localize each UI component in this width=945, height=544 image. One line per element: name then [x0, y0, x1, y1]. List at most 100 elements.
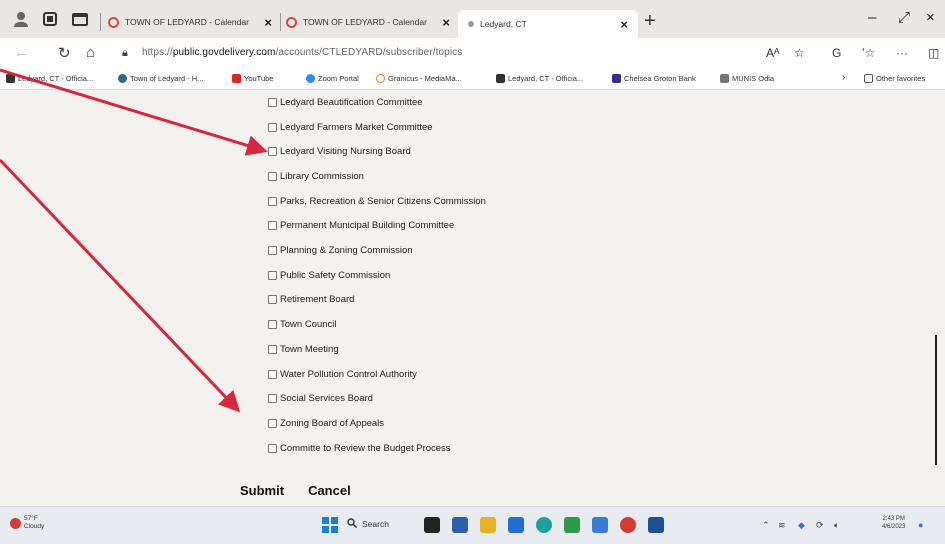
address-bar-row: ← ↻ ⌂ 🔒︎ https://public.govdelivery.com/…	[0, 38, 945, 70]
app-icon[interactable]	[452, 517, 468, 533]
bookmark-folder[interactable]: Other favorites	[864, 74, 925, 83]
bookmark-item[interactable]: Ledyard, CT - Officia...	[6, 74, 93, 83]
minimize-button[interactable]: –	[868, 9, 876, 26]
taskbar-search[interactable]: Search	[347, 518, 389, 530]
bookmark-item[interactable]: Town of Ledyard - H...	[118, 74, 203, 83]
lock-icon[interactable]: 🔒︎	[122, 47, 128, 60]
topic-item[interactable]: Public Safety Commission	[268, 267, 390, 283]
more-menu-icon[interactable]: ···	[896, 46, 908, 60]
edge-icon[interactable]	[536, 517, 552, 533]
chrome-icon[interactable]	[620, 517, 636, 533]
bookmark-item[interactable]: YouTube	[232, 74, 273, 83]
granicus-icon	[376, 74, 385, 83]
workspaces-icon[interactable]	[42, 11, 58, 27]
tab-ledyard-ct[interactable]: Ledyard, CT ×	[458, 10, 638, 38]
tray-chevron-icon[interactable]: ⌃	[762, 520, 770, 531]
tab-calendar-2[interactable]: TOWN OF LEDYARD - Calendar ×	[286, 8, 456, 36]
bookmark-label: Zoom Portal	[318, 74, 359, 83]
topic-checkbox[interactable]	[268, 319, 277, 329]
tray-app-icon[interactable]: ◆	[798, 520, 805, 531]
cancel-button[interactable]: Cancel	[308, 483, 351, 498]
submit-button[interactable]: Submit	[240, 483, 284, 498]
topic-checkbox[interactable]	[268, 369, 277, 379]
topic-checkbox[interactable]	[268, 393, 277, 403]
refresh-icon[interactable]: ↻	[58, 44, 71, 62]
home-icon[interactable]: ⌂	[86, 44, 95, 61]
topic-checkbox[interactable]	[268, 146, 277, 156]
topic-checkbox[interactable]	[268, 270, 277, 280]
close-tab-icon[interactable]: ×	[614, 17, 634, 32]
search-icon	[347, 518, 357, 530]
topic-item[interactable]: Zoning Board of Appeals	[268, 415, 384, 431]
bookmark-item[interactable]: Ledyard, CT - Officia...	[496, 74, 583, 83]
sidebar-icon[interactable]: ◫	[928, 46, 939, 60]
topic-item[interactable]: Committe to Review the Budget Process	[268, 440, 451, 456]
topic-item[interactable]: Ledyard Visiting Nursing Board	[268, 143, 411, 159]
app-icon[interactable]	[564, 517, 580, 533]
favorites-icon[interactable]: ʼ☆	[862, 46, 875, 60]
app-icon[interactable]	[508, 517, 524, 533]
outlook-icon[interactable]	[648, 517, 664, 533]
file-explorer-icon[interactable]	[480, 517, 496, 533]
windows-start-icon[interactable]	[322, 517, 338, 533]
close-tab-icon[interactable]: ×	[258, 15, 278, 30]
topic-checkbox[interactable]	[268, 245, 277, 255]
topic-item[interactable]: Parks, Recreation & Senior Citizens Comm…	[268, 193, 486, 209]
close-tab-icon[interactable]: ×	[436, 15, 456, 30]
bookmark-label: YouTube	[244, 74, 274, 83]
topic-checkbox[interactable]	[268, 196, 277, 206]
topic-item[interactable]: Ledyard Farmers Market Committee	[268, 119, 433, 135]
address-input[interactable]: https://public.govdelivery.com/accounts/…	[142, 47, 462, 58]
tab-title: TOWN OF LEDYARD - Calendar	[125, 17, 249, 27]
topic-checkbox[interactable]	[268, 97, 277, 107]
topic-item[interactable]: Town Meeting	[268, 341, 339, 357]
clock-time: 2:43 PM	[882, 516, 905, 522]
profile-icon[interactable]	[14, 11, 30, 27]
topic-item[interactable]: Permanent Municipal Building Committee	[268, 217, 454, 233]
bookmark-item[interactable]: Zoom Portal	[306, 74, 359, 83]
topic-item[interactable]: Ledyard Beautification Committee	[268, 94, 423, 110]
youtube-icon	[232, 74, 241, 83]
notification-icon[interactable]: ●	[918, 520, 923, 530]
page-content: Ledyard Beautification Committee Ledyard…	[0, 90, 945, 506]
bookmark-icon	[118, 74, 127, 83]
app-icon[interactable]	[592, 517, 608, 533]
topic-label: Permanent Municipal Building Committee	[280, 219, 455, 231]
taskbar-clock[interactable]: 2:43 PM 4/6/2023	[882, 515, 905, 531]
tab-actions-icon[interactable]	[72, 11, 88, 27]
clock-date: 4/6/2023	[882, 524, 906, 530]
topic-item[interactable]: Water Pollution Control Authority	[268, 366, 417, 382]
more-bookmarks-chevron-icon[interactable]: ›	[842, 72, 845, 83]
topic-checkbox[interactable]	[268, 220, 277, 230]
bookmark-icon	[496, 74, 505, 83]
topic-item[interactable]: Planning & Zoning Commission	[268, 242, 413, 258]
app-icon[interactable]	[424, 517, 440, 533]
tray-volume-icon[interactable]: 🔈︎	[834, 520, 839, 531]
new-tab-button[interactable]: +	[644, 10, 656, 33]
topic-checkbox[interactable]	[268, 443, 277, 453]
bookmark-item[interactable]: MUNIS Odia	[720, 74, 774, 83]
close-window-button[interactable]: ×	[926, 9, 935, 26]
topic-item[interactable]: Library Commission	[268, 168, 364, 184]
topic-checkbox[interactable]	[268, 418, 277, 428]
calendar-favicon-icon	[286, 16, 297, 28]
topic-checkbox[interactable]	[268, 122, 277, 132]
extension-icon[interactable]: G	[832, 46, 841, 60]
topic-item[interactable]: Town Council	[268, 316, 337, 332]
tray-network-icon[interactable]: ≋	[778, 520, 786, 531]
topic-item[interactable]: Social Services Board	[268, 390, 373, 406]
bookmark-item[interactable]: Granicus - MediaMa...	[376, 74, 462, 83]
read-aloud-icon[interactable]: Aᴬ	[766, 46, 779, 60]
bookmark-item[interactable]: Chelsea Groton Bank	[612, 74, 696, 83]
topic-label: Public Safety Commission	[280, 269, 391, 281]
back-arrow-icon[interactable]: ←	[14, 44, 29, 61]
topic-checkbox[interactable]	[268, 344, 277, 354]
favorite-star-icon[interactable]: ☆	[794, 46, 805, 60]
topic-checkbox[interactable]	[268, 294, 277, 304]
tray-sync-icon[interactable]: ⟳	[816, 520, 824, 531]
topic-checkbox[interactable]	[268, 171, 277, 181]
topic-item[interactable]: Retirement Board	[268, 291, 354, 307]
tab-calendar-1[interactable]: TOWN OF LEDYARD - Calendar ×	[108, 8, 278, 36]
weather-widget[interactable]: 57°F Cloudy	[10, 515, 44, 531]
restore-button[interactable]: ⤢	[898, 9, 910, 26]
